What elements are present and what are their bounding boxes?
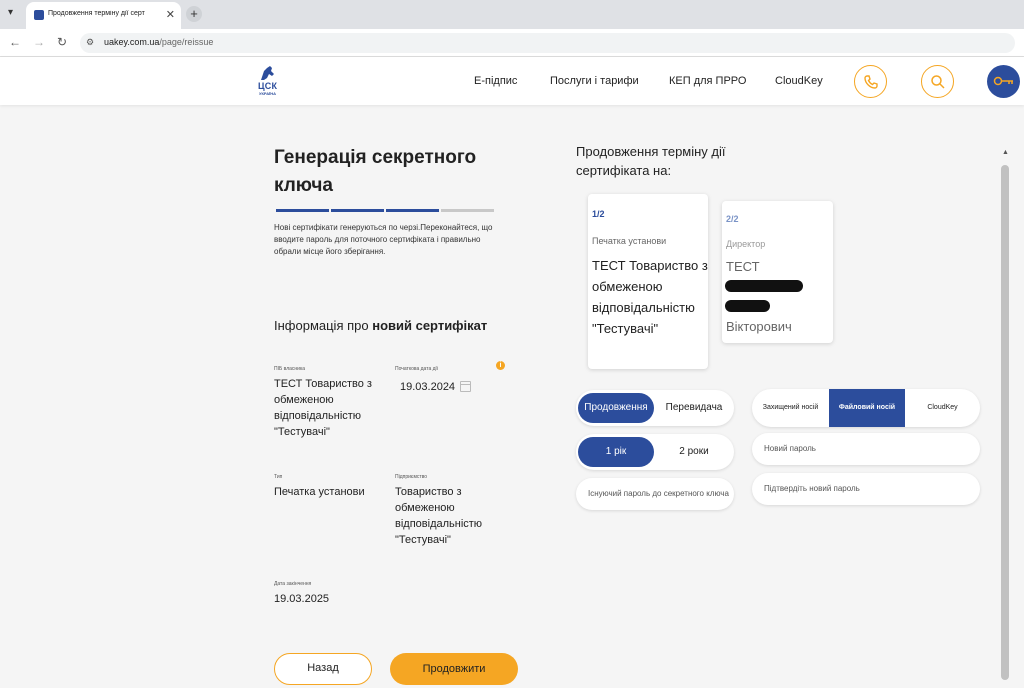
login-button[interactable] <box>987 65 1020 98</box>
certificate-card-1[interactable]: 1/2 Печатка установи ТЕСТ Товариство з о… <box>588 194 708 369</box>
start-date-value: 19.03.2024 <box>400 381 456 393</box>
redacted-block <box>725 280 803 292</box>
owner-value: ТЕСТ Товариство з обмеженою відповідальн… <box>274 378 372 438</box>
nav-link-kep-prro[interactable]: КЕП для ПРРО <box>669 75 746 87</box>
type-label: Тип <box>274 474 283 480</box>
company-value: Товариство з обмеженою відповідальністю … <box>395 486 483 546</box>
term-1-year-option[interactable]: 1 рік <box>578 437 654 467</box>
certificate-name-last: Вікторович <box>726 319 792 334</box>
continue-button[interactable]: Продовжити <box>390 653 518 685</box>
certificate-number: 2/2 <box>726 214 739 224</box>
key-icon <box>993 76 1013 86</box>
logo-subtext: УКРАЇНА <box>259 91 277 96</box>
progress-step-2 <box>331 209 384 212</box>
media-file-option[interactable]: Файловий носій <box>829 389 905 427</box>
address-bar[interactable]: ⚙ uakey.com.ua/page/reissue <box>80 33 1015 53</box>
certificate-number: 1/2 <box>592 209 605 219</box>
certificate-name: ТЕСТ Товариство з обмеженою відповідальн… <box>592 258 708 336</box>
phone-button[interactable] <box>854 65 887 98</box>
site-info-icon[interactable]: ⚙ <box>86 37 98 49</box>
company-label: Підприємство <box>395 474 428 480</box>
term-toggle: 1 рік 2 роки <box>576 434 734 470</box>
reload-icon[interactable]: ↻ <box>57 35 67 49</box>
progress-step-1 <box>276 209 329 212</box>
owner-label: ПІБ власника <box>274 366 306 372</box>
url-text: uakey.com.ua/page/reissue <box>104 37 214 47</box>
storage-media-toggle: Захищений носій Файловий носій CloudKey <box>752 389 980 427</box>
mode-reissue-option[interactable]: Перевидача <box>656 393 732 423</box>
new-tab-button[interactable]: + <box>186 6 202 22</box>
start-date-label: Початкова дата дії <box>395 366 439 372</box>
mode-toggle: Продовження Перевидача <box>576 390 734 426</box>
logo-icon <box>261 66 274 80</box>
search-icon <box>931 75 945 89</box>
back-button[interactable]: Назад <box>274 653 372 685</box>
certificate-role: Директор <box>726 239 766 249</box>
tab-title: Продовження терміну дії серт <box>48 10 145 17</box>
phone-icon <box>864 75 878 89</box>
site-header: ЦСК УКРАЇНА Е-підпис Послуги і тарифи КЕ… <box>0 57 1024 105</box>
browser-tab[interactable]: Продовження терміну дії серт ✕ <box>26 2 181 29</box>
page-scrollbar[interactable]: ▲ <box>998 145 1012 685</box>
logo-text: ЦСК <box>258 81 278 91</box>
logo[interactable]: ЦСК УКРАЇНА <box>258 65 284 97</box>
scroll-up-icon[interactable]: ▲ <box>1002 149 1009 156</box>
forward-arrow-icon[interactable]: → <box>33 35 45 49</box>
term-2-years-option[interactable]: 2 роки <box>656 437 732 467</box>
info-icon[interactable]: i <box>496 361 505 370</box>
end-date-value: 19.03.2025 <box>274 593 330 605</box>
nav-link-e-signature[interactable]: Е-підпис <box>474 75 517 87</box>
certificate-card-2[interactable]: 2/2 Директор ТЕСТ Вікторович <box>722 201 833 343</box>
tab-list-icon[interactable]: ▾ <box>8 7 13 18</box>
section-title: Інформація про новий сертифікат <box>274 318 488 333</box>
close-icon[interactable]: ✕ <box>166 8 175 21</box>
new-password-field[interactable]: Новий пароль <box>752 433 980 465</box>
certificate-role: Печатка установи <box>592 236 667 246</box>
end-date-label: Дата закінчення <box>274 581 312 587</box>
existing-password-field[interactable]: Існуючий пароль до секретного ключа <box>576 478 734 510</box>
media-protected-option[interactable]: Захищений носій <box>752 389 829 427</box>
calendar-icon[interactable] <box>460 381 471 392</box>
nav-link-cloudkey[interactable]: CloudKey <box>775 75 823 87</box>
progress-step-4 <box>441 209 494 212</box>
scroll-thumb[interactable] <box>1001 165 1009 680</box>
progress-step-3 <box>386 209 439 212</box>
browser-tab-bar: ▾ Продовження терміну дії серт ✕ + <box>0 0 1024 29</box>
mode-renewal-option[interactable]: Продовження <box>578 393 654 423</box>
type-value: Печатка установи <box>274 486 365 498</box>
favicon-icon <box>34 10 44 20</box>
media-cloudkey-option[interactable]: CloudKey <box>905 389 980 427</box>
search-button[interactable] <box>921 65 954 98</box>
nav-link-services[interactable]: Послуги і тарифи <box>550 75 639 87</box>
generation-notice: Нові сертифікати генеруються по черзі.Пе… <box>274 223 493 256</box>
renewal-title: Продовження терміну дії сертифіката на: <box>576 144 726 178</box>
confirm-password-field[interactable]: Підтвердіть новий пароль <box>752 473 980 505</box>
page-title: Генерація секретного ключа <box>274 147 477 196</box>
certificate-name-first: ТЕСТ <box>726 259 760 274</box>
redacted-block <box>725 300 770 312</box>
back-arrow-icon[interactable]: ← <box>9 35 21 49</box>
browser-toolbar: ← → ↻ ⚙ uakey.com.ua/page/reissue <box>0 29 1024 57</box>
